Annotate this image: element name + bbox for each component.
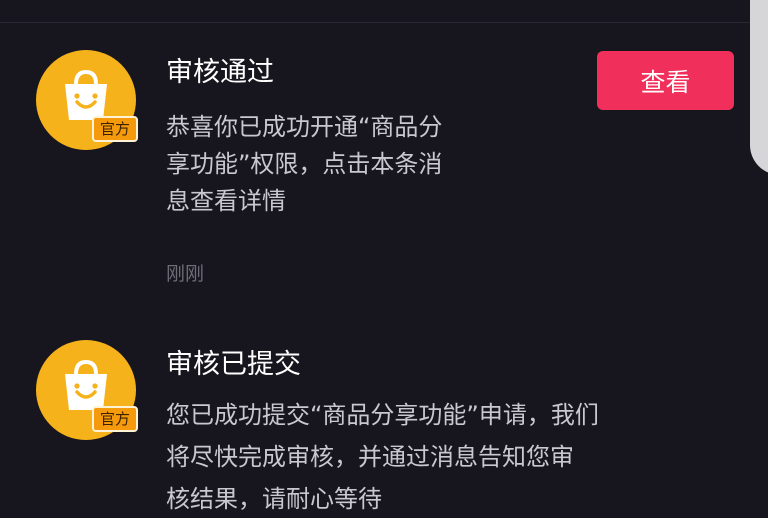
official-badge: 官方	[91, 406, 138, 432]
message-timestamp: 刚刚	[166, 263, 205, 285]
message-title: 审核已提交	[166, 349, 301, 380]
message-body-line: 恭喜你已成功开通“商品分	[166, 113, 443, 141]
message-title: 审核通过	[166, 57, 274, 88]
view-button[interactable]: 查看	[597, 51, 734, 110]
message-body-line: 息查看详情	[166, 187, 286, 215]
official-avatar: 官方	[36, 340, 138, 440]
message-item-submitted[interactable]: 官方 审核已提交 您已成功提交“商品分享功能”申请，我们 将尽快完成审核，并通过…	[0, 300, 768, 513]
official-avatar: 官方	[36, 50, 138, 150]
message-body-line: 核结果，请耐心等待	[166, 485, 382, 513]
message-body-line: 享功能”权限，点击本条消	[166, 150, 443, 178]
official-badge: 官方	[91, 116, 138, 142]
message-body-line: 将尽快完成审核，并通过消息告知您审	[166, 443, 574, 471]
message-body-line: 您已成功提交“商品分享功能”申请，我们	[166, 401, 599, 429]
message-item-approved[interactable]: 官方 审核通过 恭喜你已成功开通“商品分 享功能”权限，点击本条消 息查看详情 …	[0, 0, 768, 300]
